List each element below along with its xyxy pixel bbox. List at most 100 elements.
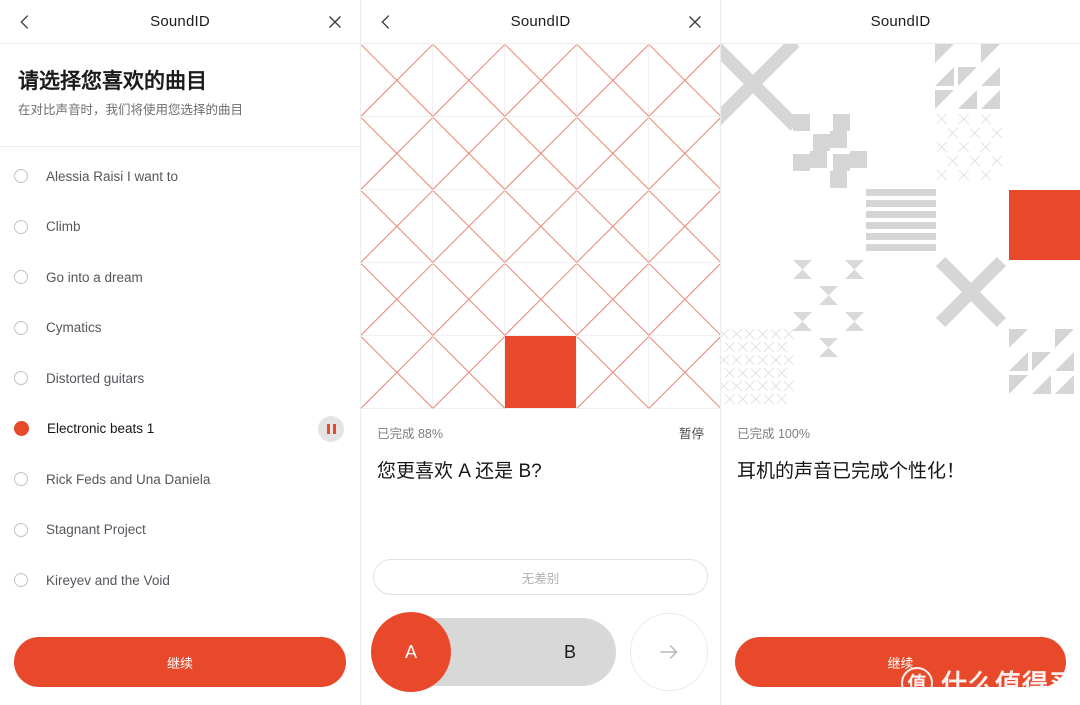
pause-icon[interactable] [318, 415, 344, 442]
grid-cell [649, 190, 720, 263]
continue-button[interactable]: 继续 [14, 637, 346, 687]
intro-block: 请选择您喜欢的曲目 在对比声音时，我们将使用您选择的曲目 [0, 44, 360, 147]
list-item[interactable]: Rick Feds and Una Daniela [0, 454, 360, 505]
small-x-icon [782, 379, 796, 393]
small-x-icon [990, 126, 1004, 140]
checker-cell [810, 151, 827, 168]
chevron-left-icon[interactable] [375, 11, 397, 33]
checker-cell [833, 114, 850, 131]
radio-icon[interactable] [14, 270, 28, 285]
list-item[interactable]: Stagnant Project [0, 504, 360, 555]
triangle [1009, 329, 1028, 348]
next-button[interactable] [630, 613, 708, 691]
right-info: 已完成 100% 耳机的声音已完成个性化！ [721, 409, 1080, 483]
bowtie-gap [845, 338, 864, 357]
list-item[interactable]: Cymatics [0, 302, 360, 353]
list-item[interactable]: Go into a dream [0, 252, 360, 303]
track-list: Alessia Raisi I want to Climb Go into a … [0, 147, 360, 606]
appbar-right: SoundID [721, 0, 1080, 44]
headline: 耳机的声音已完成个性化！ [737, 461, 966, 482]
bowtie-icon [845, 312, 864, 331]
small-x-icon [775, 340, 789, 354]
headline: 您更喜欢 A 还是 B? [377, 461, 542, 482]
list-item[interactable]: Kireyev and the Void [0, 555, 360, 606]
bowtie-gap [793, 286, 812, 305]
page-subtitle: 在对比声音时，我们将使用您选择的曲目 [18, 103, 244, 118]
small-x-icon [769, 353, 783, 367]
small-x-icon [756, 327, 770, 341]
stripe [866, 222, 936, 229]
radio-icon[interactable] [14, 219, 28, 234]
bowtie-gap [819, 312, 838, 331]
small-x-icon [723, 340, 737, 354]
track-label: Go into a dream [46, 269, 143, 285]
radio-icon[interactable] [14, 169, 28, 184]
progress-label: 已完成 100% [737, 427, 810, 441]
option-b-label[interactable]: B [564, 642, 576, 663]
radio-icon[interactable] [14, 472, 28, 487]
grid-cell [433, 263, 505, 336]
list-item[interactable]: Alessia Raisi I want to [0, 151, 360, 202]
triangle [1055, 375, 1074, 394]
pause-action[interactable]: 暂停 [679, 423, 704, 442]
triangle [1055, 329, 1074, 348]
small-x-icon [736, 392, 750, 406]
ab-toggle[interactable]: A B [371, 612, 616, 692]
checker-cell [830, 151, 847, 168]
big-x-icon [721, 44, 803, 134]
radio-icon[interactable] [14, 573, 28, 588]
grid-cell [577, 117, 649, 190]
radio-icon[interactable] [14, 522, 28, 537]
small-x-icon [979, 168, 993, 182]
checker-cell [793, 154, 810, 171]
list-item-selected[interactable]: Electronic beats 1 [0, 403, 360, 454]
grid-cell [433, 190, 505, 263]
screenshot-root: SoundID 请选择您喜欢的曲目 在对比声音时，我们将使用您选择的曲目 Ale… [0, 0, 1080, 705]
no-difference-button[interactable]: 无差别 [373, 559, 708, 595]
progress-label: 已完成 88% [377, 427, 443, 441]
checker-cell [793, 114, 810, 131]
small-x-icon [968, 154, 982, 168]
small-x-icon [775, 392, 789, 406]
appbar-title: SoundID [150, 13, 210, 30]
panel-completion: SoundID 已完成 100% 耳机的声音已完成个性化！ 继续 值 什么值得买 [720, 0, 1080, 705]
small-x-icon [957, 112, 971, 126]
small-x-icon [775, 366, 789, 380]
grid-cell [361, 336, 433, 409]
triangle-field-bottom [1009, 329, 1074, 394]
triangle [935, 67, 954, 86]
grid-cell [361, 44, 433, 117]
checker-cell [810, 131, 827, 148]
triangle-gap [958, 44, 977, 63]
list-item[interactable]: Climb [0, 201, 360, 252]
small-x-field-top [935, 112, 1013, 186]
arrow-right-icon [660, 644, 678, 660]
small-x-icon [990, 154, 1004, 168]
list-item[interactable]: Distorted guitars [0, 353, 360, 404]
grid-cell [577, 44, 649, 117]
triangle [958, 90, 977, 109]
radio-icon[interactable] [14, 320, 28, 335]
small-x-icon [957, 140, 971, 154]
page-title: 请选择您喜欢的曲目 [18, 70, 207, 93]
close-icon[interactable] [324, 11, 346, 33]
option-a-knob[interactable]: A [371, 612, 451, 692]
triangle [935, 90, 954, 109]
radio-icon-selected[interactable] [14, 421, 29, 437]
close-icon[interactable] [684, 11, 706, 33]
chevron-left-icon[interactable] [14, 11, 36, 33]
appbar-middle: SoundID [361, 0, 720, 44]
triangle [981, 67, 1000, 86]
small-x-icon [736, 366, 750, 380]
small-x-icon [756, 379, 770, 393]
left-cta-container: 继续 [0, 637, 360, 705]
bowtie-icon [819, 338, 838, 357]
panel-ab-comparison: SoundID 已完成 88% 暂停 您更喜欢 A 还是 B? 无差别 A B [360, 0, 720, 705]
continue-button[interactable]: 继续 [735, 637, 1066, 687]
radio-icon[interactable] [14, 371, 28, 386]
triangle [1032, 352, 1051, 371]
right-cta-container: 继续 [721, 637, 1080, 705]
track-label: Rick Feds and Una Daniela [46, 471, 211, 487]
small-x-icon [935, 140, 949, 154]
small-x-icon [756, 353, 770, 367]
